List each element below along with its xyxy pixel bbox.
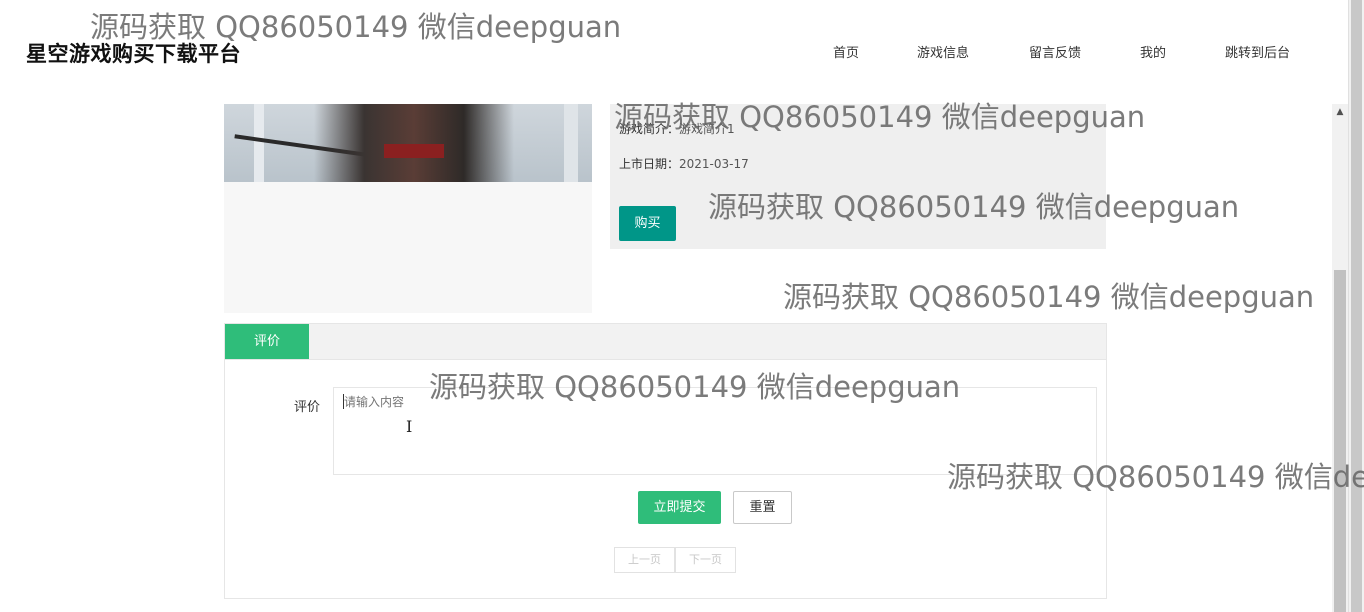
review-tab-bar: 评价 bbox=[225, 324, 1106, 360]
nav-mine[interactable]: 我的 bbox=[1140, 42, 1166, 61]
reset-button[interactable]: 重置 bbox=[733, 491, 792, 524]
inner-scrollbar[interactable]: ▲ bbox=[1332, 104, 1348, 612]
main-content: 游戏简介：游戏简介1 上市日期：2021-03-17 购买 评价 评价 I 立即… bbox=[0, 104, 1332, 612]
inner-scroll-thumb[interactable] bbox=[1334, 270, 1346, 612]
text-caret bbox=[343, 394, 344, 409]
tab-review[interactable]: 评价 bbox=[225, 324, 309, 359]
prev-page-button[interactable]: 上一页 bbox=[614, 547, 675, 573]
nav-game-info[interactable]: 游戏信息 bbox=[917, 42, 969, 61]
release-date: 上市日期：2021-03-17 bbox=[619, 155, 749, 172]
image-panel bbox=[224, 182, 592, 313]
nav-admin[interactable]: 跳转到后台 bbox=[1225, 42, 1290, 61]
site-header: 星空游戏购买下载平台 首页 游戏信息 留言反馈 我的 跳转到后台 bbox=[0, 0, 1348, 104]
nav-feedback[interactable]: 留言反馈 bbox=[1029, 42, 1081, 61]
game-cover-image bbox=[224, 104, 592, 182]
release-date-value: 2021-03-17 bbox=[679, 157, 749, 171]
game-intro: 游戏简介：游戏简介1 bbox=[619, 120, 735, 137]
game-intro-value: 游戏简介1 bbox=[679, 122, 735, 136]
submit-button[interactable]: 立即提交 bbox=[638, 491, 721, 524]
buy-button[interactable]: 购买 bbox=[619, 206, 676, 241]
arrow-up-icon[interactable]: ▲ bbox=[1332, 104, 1348, 120]
ibeam-cursor-icon: I bbox=[406, 417, 413, 436]
main-nav: 首页 游戏信息 留言反馈 我的 跳转到后台 bbox=[0, 42, 1348, 62]
game-info-panel: 游戏简介：游戏简介1 上市日期：2021-03-17 购买 bbox=[610, 104, 1106, 249]
review-input[interactable] bbox=[333, 387, 1097, 475]
game-intro-label: 游戏简介： bbox=[619, 122, 680, 136]
next-page-button[interactable]: 下一页 bbox=[675, 547, 736, 573]
release-date-label: 上市日期： bbox=[619, 157, 680, 171]
review-section: 评价 评价 I 立即提交 重置 上一页 下一页 bbox=[224, 323, 1107, 599]
page-scroll-thumb[interactable] bbox=[1351, 0, 1362, 612]
review-field-label: 评价 bbox=[294, 400, 321, 415]
nav-home[interactable]: 首页 bbox=[833, 42, 859, 61]
page-scrollbar[interactable] bbox=[1348, 0, 1364, 612]
